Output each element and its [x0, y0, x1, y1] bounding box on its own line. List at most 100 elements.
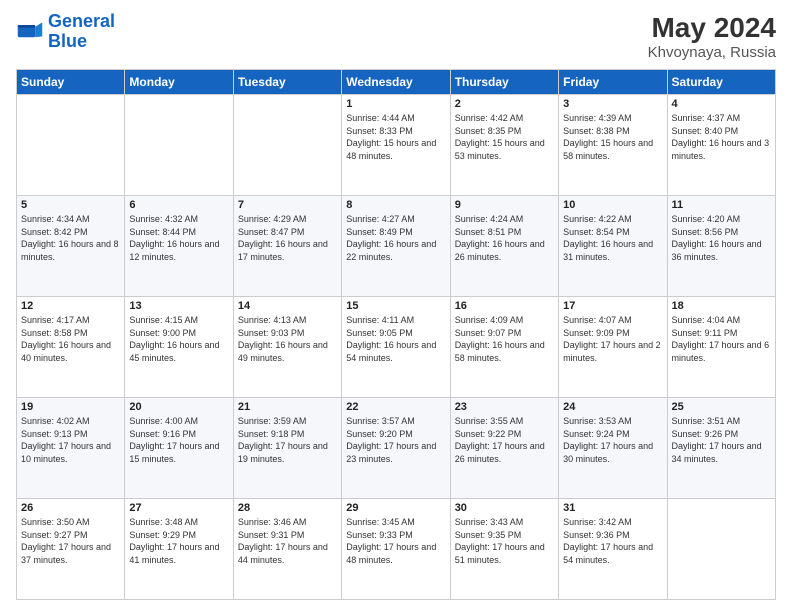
week-row-3: 19 Sunrise: 4:02 AMSunset: 9:13 PMDayligh…	[17, 398, 776, 499]
day-info: Sunrise: 4:07 AMSunset: 9:09 PMDaylight:…	[563, 314, 662, 364]
day-info: Sunrise: 4:37 AMSunset: 8:40 PMDaylight:…	[672, 112, 771, 162]
day-info: Sunrise: 3:43 AMSunset: 9:35 PMDaylight:…	[455, 516, 554, 566]
daylight-text: Daylight: 16 hours and 54 minutes.	[346, 339, 445, 364]
day-cell: 31Sunrise: 3:42 AMSunset: 9:36 PMDayligh…	[559, 499, 667, 600]
daylight-text: Daylight: 17 hours and 37 minutes.	[21, 541, 120, 566]
day-info: Sunrise: 4:15 AMSunset: 9:00 PMDaylight:…	[129, 314, 228, 364]
weekday-header-friday: Friday	[559, 70, 667, 95]
daylight-text: Daylight: 15 hours and 48 minutes.	[346, 137, 445, 162]
day-number: 25	[672, 401, 771, 413]
sunset-text: Sunset: 9:05 PM	[346, 327, 445, 340]
day-cell: 19 Sunrise: 4:02 AMSunset: 9:13 PMDayligh…	[17, 398, 125, 499]
day-cell: 4Sunrise: 4:37 AMSunset: 8:40 PMDaylight…	[667, 95, 775, 196]
daylight-text: Daylight: 17 hours and 34 minutes.	[672, 440, 771, 465]
day-cell: 11Sunrise: 4:20 AMSunset: 8:56 PMDayligh…	[667, 196, 775, 297]
sunrise-text: Sunrise: 3:43 AM	[455, 516, 554, 529]
sunset-text: Sunset: 8:38 PM	[563, 125, 662, 138]
sunset-text: Sunset: 9:07 PM	[455, 327, 554, 340]
day-cell: 13Sunrise: 4:15 AMSunset: 9:00 PMDayligh…	[125, 297, 233, 398]
weekday-header-thursday: Thursday	[450, 70, 558, 95]
sunrise-text: Sunrise: 4:02 AM	[21, 415, 120, 428]
week-row-0: 1Sunrise: 4:44 AMSunset: 8:33 PMDaylight…	[17, 95, 776, 196]
day-cell	[125, 95, 233, 196]
daylight-text: Daylight: 15 hours and 58 minutes.	[563, 137, 662, 162]
logo: General Blue	[16, 12, 115, 52]
day-number: 3	[563, 98, 662, 110]
sunrise-text: Sunrise: 3:59 AM	[238, 415, 337, 428]
daylight-text: Daylight: 16 hours and 49 minutes.	[238, 339, 337, 364]
daylight-text: Daylight: 17 hours and 19 minutes.	[238, 440, 337, 465]
title-block: May 2024 Khvoynaya, Russia	[648, 12, 776, 61]
sunrise-text: Sunrise: 4:37 AM	[672, 112, 771, 125]
sunset-text: Sunset: 9:36 PM	[563, 529, 662, 542]
day-cell: 10Sunrise: 4:22 AMSunset: 8:54 PMDayligh…	[559, 196, 667, 297]
sunrise-text: Sunrise: 4:22 AM	[563, 213, 662, 226]
sunset-text: Sunset: 9:16 PM	[129, 428, 228, 441]
sunrise-text: Sunrise: 4:27 AM	[346, 213, 445, 226]
daylight-text: Daylight: 16 hours and 12 minutes.	[129, 238, 228, 263]
day-info: Sunrise: 4:02 AMSunset: 9:13 PMDaylight:…	[21, 415, 120, 465]
day-cell: 8Sunrise: 4:27 AMSunset: 8:49 PMDaylight…	[342, 196, 450, 297]
month-year: May 2024	[648, 12, 776, 44]
day-cell: 12Sunrise: 4:17 AMSunset: 8:58 PMDayligh…	[17, 297, 125, 398]
daylight-text: Daylight: 16 hours and 26 minutes.	[455, 238, 554, 263]
day-info: Sunrise: 3:59 AMSunset: 9:18 PMDaylight:…	[238, 415, 337, 465]
day-number: 11	[672, 199, 771, 211]
sunrise-text: Sunrise: 4:13 AM	[238, 314, 337, 327]
daylight-text: Daylight: 16 hours and 3 minutes.	[672, 137, 771, 162]
sunset-text: Sunset: 9:27 PM	[21, 529, 120, 542]
daylight-text: Daylight: 16 hours and 36 minutes.	[672, 238, 771, 263]
sunset-text: Sunset: 9:03 PM	[238, 327, 337, 340]
sunrise-text: Sunrise: 4:39 AM	[563, 112, 662, 125]
day-number: 7	[238, 199, 337, 211]
day-number: 28	[238, 502, 337, 514]
day-info: Sunrise: 3:50 AMSunset: 9:27 PMDaylight:…	[21, 516, 120, 566]
sunset-text: Sunset: 9:29 PM	[129, 529, 228, 542]
day-cell	[667, 499, 775, 600]
day-info: Sunrise: 3:46 AMSunset: 9:31 PMDaylight:…	[238, 516, 337, 566]
week-row-1: 5Sunrise: 4:34 AMSunset: 8:42 PMDaylight…	[17, 196, 776, 297]
day-cell: 6Sunrise: 4:32 AMSunset: 8:44 PMDaylight…	[125, 196, 233, 297]
day-info: Sunrise: 4:42 AMSunset: 8:35 PMDaylight:…	[455, 112, 554, 162]
logo-icon	[16, 18, 44, 46]
sunset-text: Sunset: 8:49 PM	[346, 226, 445, 239]
sunset-text: Sunset: 8:51 PM	[455, 226, 554, 239]
daylight-text: Daylight: 15 hours and 53 minutes.	[455, 137, 554, 162]
day-cell: 24Sunrise: 3:53 AMSunset: 9:24 PMDayligh…	[559, 398, 667, 499]
sunrise-text: Sunrise: 4:32 AM	[129, 213, 228, 226]
daylight-text: Daylight: 17 hours and 54 minutes.	[563, 541, 662, 566]
weekday-header-row: SundayMondayTuesdayWednesdayThursdayFrid…	[17, 70, 776, 95]
daylight-text: Daylight: 16 hours and 31 minutes.	[563, 238, 662, 263]
day-info: Sunrise: 4:32 AMSunset: 8:44 PMDaylight:…	[129, 213, 228, 263]
sunset-text: Sunset: 8:40 PM	[672, 125, 771, 138]
day-cell: 14Sunrise: 4:13 AMSunset: 9:03 PMDayligh…	[233, 297, 341, 398]
sunset-text: Sunset: 9:00 PM	[129, 327, 228, 340]
sunset-text: Sunset: 9:24 PM	[563, 428, 662, 441]
sunrise-text: Sunrise: 4:24 AM	[455, 213, 554, 226]
sunrise-text: Sunrise: 3:46 AM	[238, 516, 337, 529]
day-info: Sunrise: 4:29 AMSunset: 8:47 PMDaylight:…	[238, 213, 337, 263]
day-number: 26	[21, 502, 120, 514]
day-cell: 2Sunrise: 4:42 AMSunset: 8:35 PMDaylight…	[450, 95, 558, 196]
day-number: 8	[346, 199, 445, 211]
weekday-header-wednesday: Wednesday	[342, 70, 450, 95]
day-info: Sunrise: 3:57 AMSunset: 9:20 PMDaylight:…	[346, 415, 445, 465]
day-info: Sunrise: 3:53 AMSunset: 9:24 PMDaylight:…	[563, 415, 662, 465]
day-info: Sunrise: 4:00 AMSunset: 9:16 PMDaylight:…	[129, 415, 228, 465]
header: General Blue May 2024 Khvoynaya, Russia	[16, 12, 776, 61]
day-number: 12	[21, 300, 120, 312]
sunrise-text: Sunrise: 4:17 AM	[21, 314, 120, 327]
day-number: 10	[563, 199, 662, 211]
daylight-text: Daylight: 17 hours and 2 minutes.	[563, 339, 662, 364]
day-number: 19	[21, 401, 120, 413]
day-number: 31	[563, 502, 662, 514]
day-cell: 17Sunrise: 4:07 AMSunset: 9:09 PMDayligh…	[559, 297, 667, 398]
day-cell: 20Sunrise: 4:00 AMSunset: 9:16 PMDayligh…	[125, 398, 233, 499]
sunrise-text: Sunrise: 4:00 AM	[129, 415, 228, 428]
day-number: 18	[672, 300, 771, 312]
day-number: 9	[455, 199, 554, 211]
day-cell: 25Sunrise: 3:51 AMSunset: 9:26 PMDayligh…	[667, 398, 775, 499]
sunset-text: Sunset: 8:58 PM	[21, 327, 120, 340]
sunrise-text: Sunrise: 4:11 AM	[346, 314, 445, 327]
daylight-text: Daylight: 17 hours and 6 minutes.	[672, 339, 771, 364]
